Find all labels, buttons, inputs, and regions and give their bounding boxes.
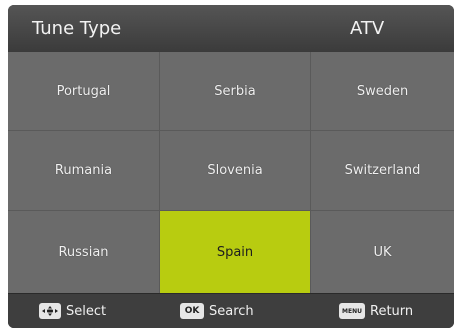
country-cell-uk[interactable]: UK (311, 211, 454, 293)
country-cell-serbia[interactable]: Serbia (160, 52, 311, 131)
return-hint-label: Return (370, 303, 414, 319)
country-cell-slovenia[interactable]: Slovenia (160, 131, 311, 211)
dpad-icon (39, 303, 61, 319)
return-hint: MENU Return (339, 303, 413, 319)
tune-type-value[interactable]: ATV (350, 18, 384, 39)
select-hint-label: Select (66, 303, 107, 319)
country-cell-portugal[interactable]: Portugal (8, 52, 160, 131)
tune-menu: Tune Type ATV Portugal Serbia Sweden Rum… (8, 5, 454, 328)
country-cell-spain[interactable]: Spain (160, 211, 311, 293)
country-cell-sweden[interactable]: Sweden (311, 52, 454, 131)
select-hint: Select (39, 303, 106, 319)
menu-footer: Select OK Search MENU Return (8, 293, 454, 328)
country-cell-rumania[interactable]: Rumania (8, 131, 160, 211)
country-grid: Portugal Serbia Sweden Rumania Slovenia … (8, 52, 454, 293)
menu-header: Tune Type ATV (8, 5, 454, 52)
ok-key-icon: OK (180, 303, 204, 319)
search-hint-label: Search (209, 303, 254, 319)
country-cell-russian[interactable]: Russian (8, 211, 160, 293)
country-cell-switzerland[interactable]: Switzerland (311, 131, 454, 211)
search-hint: OK Search (180, 303, 254, 319)
tune-type-label: Tune Type (32, 18, 122, 39)
menu-key-icon: MENU (339, 303, 365, 319)
